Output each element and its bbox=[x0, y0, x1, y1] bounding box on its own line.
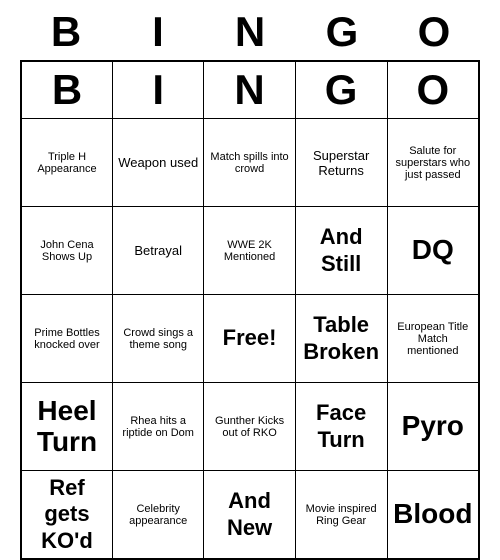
table-row: Prime Bottles knocked overCrowd sings a … bbox=[21, 295, 479, 383]
bingo-cell: Triple H Appearance bbox=[21, 119, 112, 207]
bingo-cell: WWE 2K Mentioned bbox=[204, 207, 295, 295]
bingo-cell: Crowd sings a theme song bbox=[112, 295, 203, 383]
col-header: G bbox=[295, 61, 387, 119]
bingo-letter: I bbox=[135, 8, 181, 56]
bingo-letter: N bbox=[227, 8, 273, 56]
bingo-cell: Betrayal bbox=[112, 207, 203, 295]
bingo-cell: John Cena Shows Up bbox=[21, 207, 112, 295]
header-row: BINGO bbox=[21, 61, 479, 119]
bingo-cell: Movie inspired Ring Gear bbox=[295, 471, 387, 560]
col-header: I bbox=[112, 61, 203, 119]
bingo-cell: Heel Turn bbox=[21, 383, 112, 471]
bingo-letter: O bbox=[411, 8, 457, 56]
bingo-cell: Match spills into crowd bbox=[204, 119, 295, 207]
bingo-cell: Salute for superstars who just passed bbox=[387, 119, 479, 207]
bingo-cell: Face Turn bbox=[295, 383, 387, 471]
bingo-letter: G bbox=[319, 8, 365, 56]
table-row: Heel TurnRhea hits a riptide on DomGunth… bbox=[21, 383, 479, 471]
col-header: B bbox=[21, 61, 112, 119]
bingo-cell: And New bbox=[204, 471, 295, 560]
bingo-cell: Pyro bbox=[387, 383, 479, 471]
bingo-cell: Gunther Kicks out of RKO bbox=[204, 383, 295, 471]
bingo-grid: BINGO Triple H AppearanceWeapon usedMatc… bbox=[20, 60, 480, 560]
bingo-letter: B bbox=[43, 8, 89, 56]
table-row: Ref gets KO'dCelebrity appearanceAnd New… bbox=[21, 471, 479, 560]
bingo-cell: Blood bbox=[387, 471, 479, 560]
table-row: John Cena Shows UpBetrayalWWE 2K Mention… bbox=[21, 207, 479, 295]
bingo-cell: Ref gets KO'd bbox=[21, 471, 112, 560]
bingo-header: BINGO bbox=[20, 0, 480, 60]
bingo-cell: Prime Bottles knocked over bbox=[21, 295, 112, 383]
table-row: Triple H AppearanceWeapon usedMatch spil… bbox=[21, 119, 479, 207]
bingo-cell: Rhea hits a riptide on Dom bbox=[112, 383, 203, 471]
col-header: O bbox=[387, 61, 479, 119]
col-header: N bbox=[204, 61, 295, 119]
bingo-cell: And Still bbox=[295, 207, 387, 295]
bingo-cell: Superstar Returns bbox=[295, 119, 387, 207]
bingo-cell: Weapon used bbox=[112, 119, 203, 207]
bingo-cell: Free! bbox=[204, 295, 295, 383]
bingo-cell: Table Broken bbox=[295, 295, 387, 383]
bingo-cell: Celebrity appearance bbox=[112, 471, 203, 560]
bingo-cell: European Title Match mentioned bbox=[387, 295, 479, 383]
bingo-cell: DQ bbox=[387, 207, 479, 295]
